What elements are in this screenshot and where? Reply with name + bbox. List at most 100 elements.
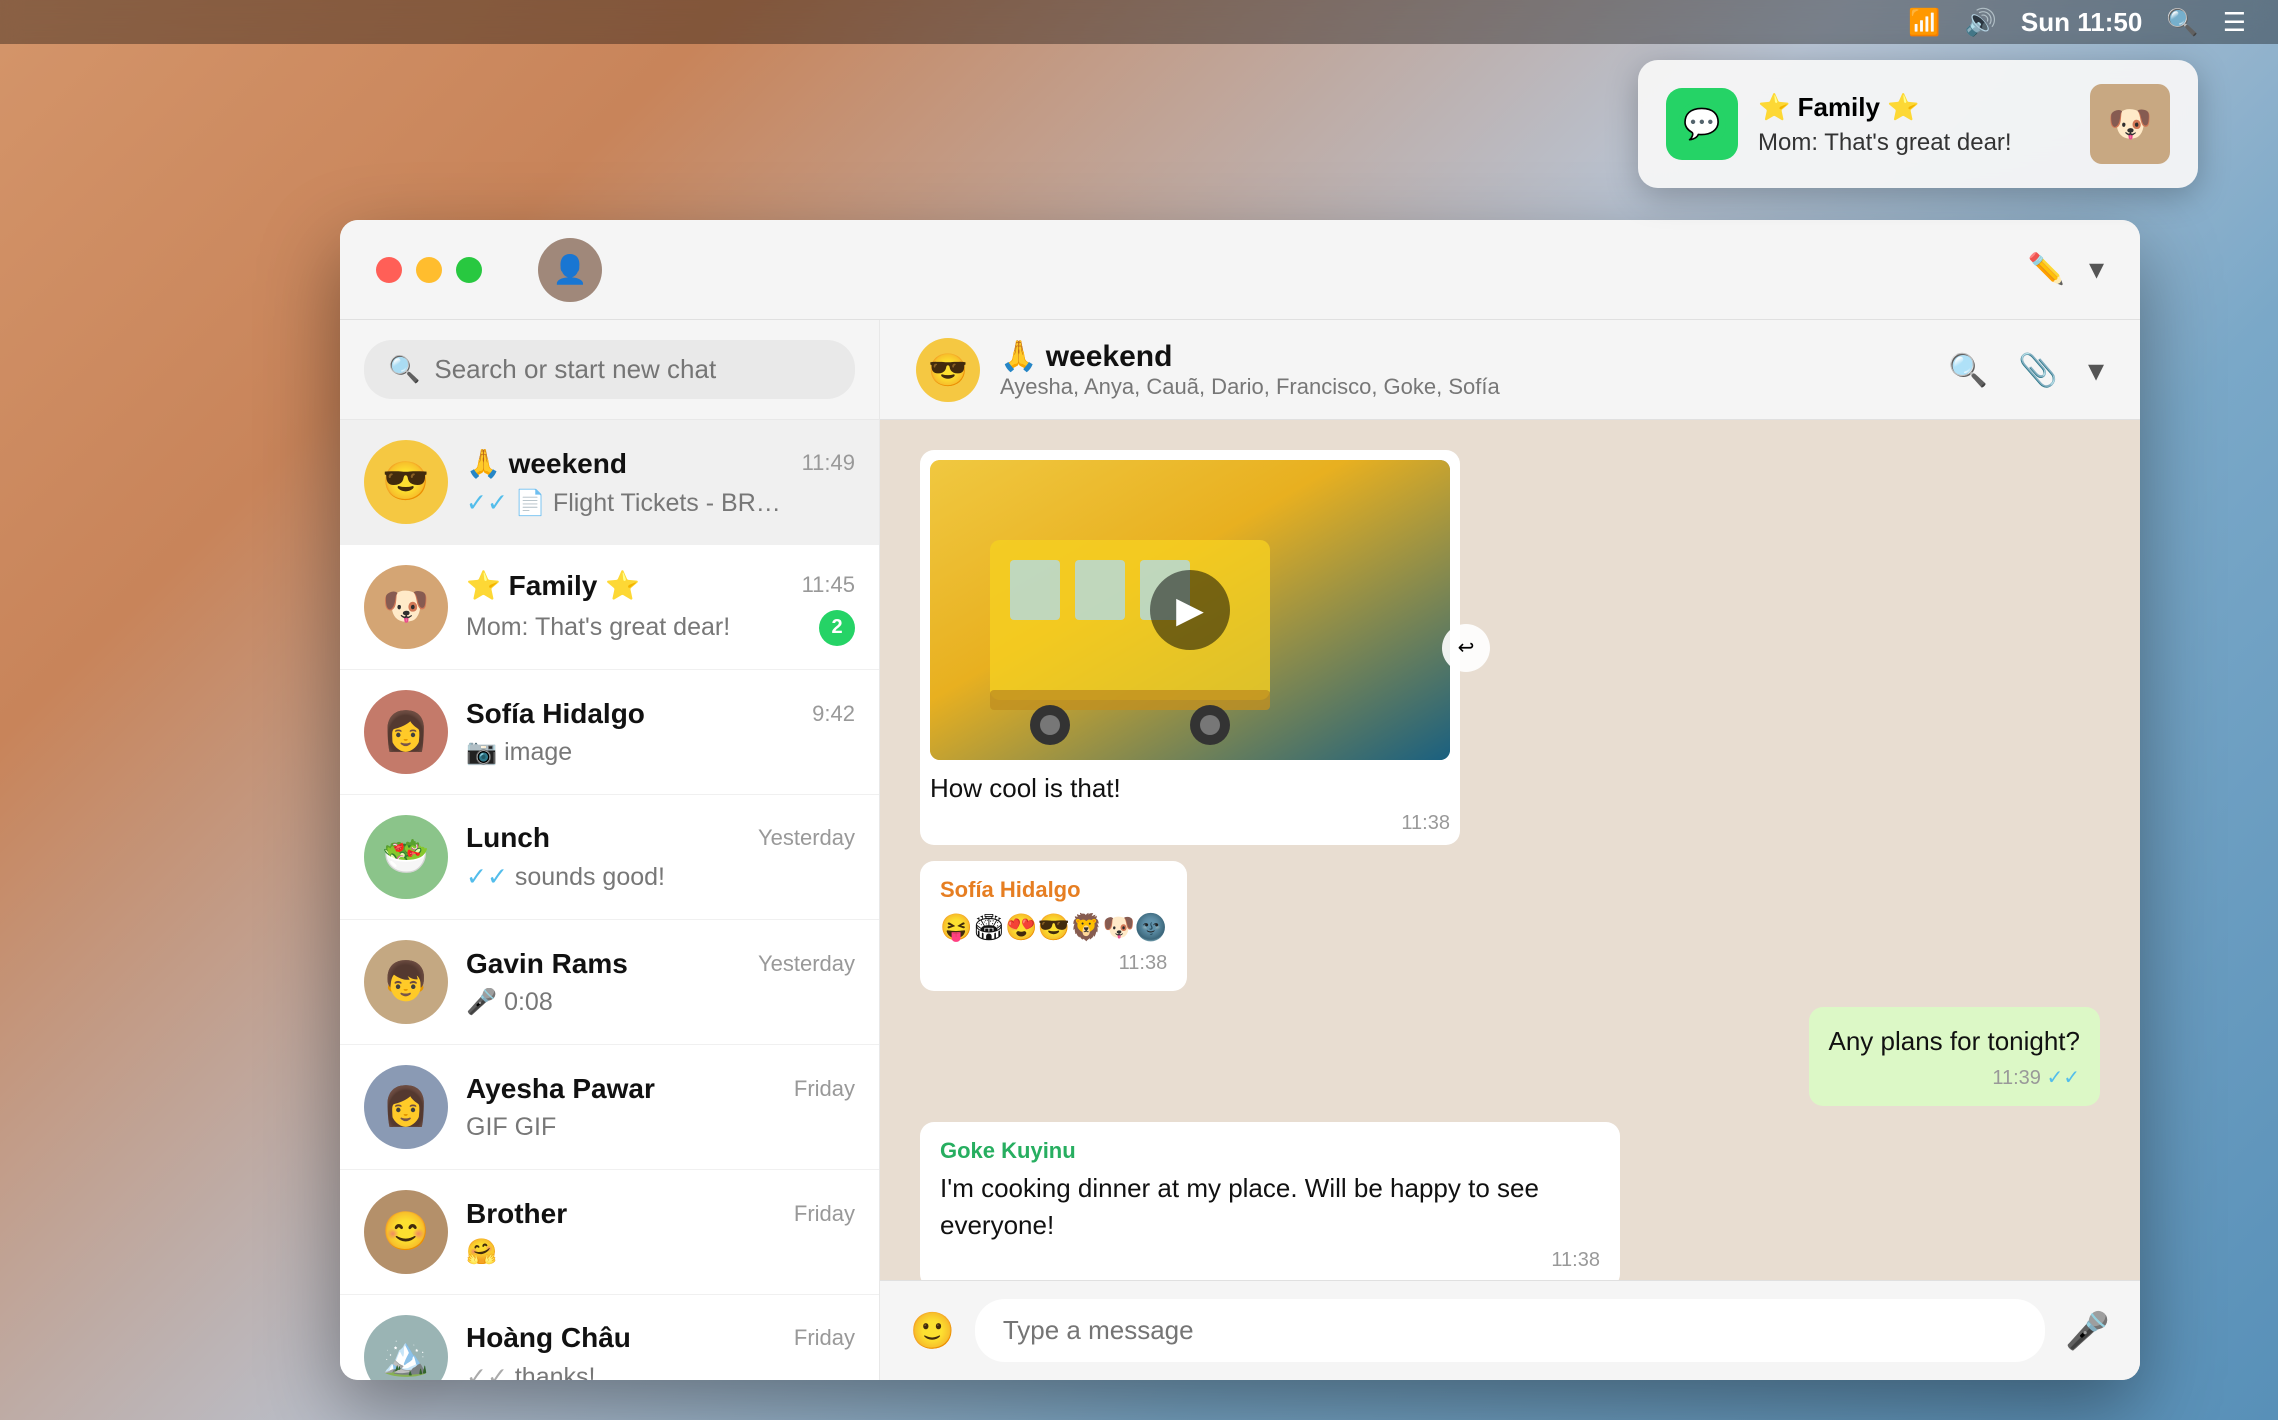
chat-time-brother: Friday xyxy=(794,1201,855,1227)
bubble-text-plans: Any plans for tonight? xyxy=(1829,1023,2081,1059)
chat-avatar-brother: 😊 xyxy=(364,1190,448,1274)
video-thumbnail[interactable]: ▶ xyxy=(930,460,1450,760)
chat-window: 😎 🙏 weekend Ayesha, Anya, Cauã, Dario, F… xyxy=(880,320,2140,1380)
attachment-icon[interactable]: 📎 xyxy=(2018,351,2058,389)
chat-avatar-lunch: 🥗 xyxy=(364,815,448,899)
chat-info-hoang: Hoàng Châu Friday ✓✓ thanks! xyxy=(466,1322,855,1380)
chat-time-gavin: Yesterday xyxy=(758,951,855,977)
chat-info-gavin: Gavin Rams Yesterday 🎤 0:08 xyxy=(466,948,855,1017)
notification-banner[interactable]: 💬 ⭐ Family ⭐ Mom: That's great dear! 🐶 xyxy=(1638,60,2198,188)
more-options-icon[interactable]: ▾ xyxy=(2088,351,2104,389)
chat-info-brother: Brother Friday 🤗 xyxy=(466,1198,855,1267)
chat-info-sofia: Sofía Hidalgo 9:42 📷 image xyxy=(466,698,855,767)
chat-preview-family: Mom: That's great dear! xyxy=(466,613,730,642)
search-input-wrap[interactable]: 🔍 xyxy=(364,340,855,399)
chat-avatar-gavin: 👦 xyxy=(364,940,448,1024)
chat-item-lunch[interactable]: 🥗 Lunch Yesterday ✓✓ sounds good! xyxy=(340,795,879,920)
bubble-time-goke: 11:38 xyxy=(940,1249,1600,1272)
bubble-sender-sofia: Sofía Hidalgo xyxy=(940,877,1167,903)
messages-area: ▶ ↩ How cool is that! 11:38 Sofía Hidalg… xyxy=(880,420,2140,1280)
chat-item-ayesha[interactable]: 👩 Ayesha Pawar Friday GIF GIF xyxy=(340,1045,879,1170)
bubble-sender-goke: Goke Kuyinu xyxy=(940,1138,1600,1164)
bubble-time-howcool: 11:38 xyxy=(930,812,1450,835)
chat-item-hoang[interactable]: 🏔️ Hoàng Châu Friday ✓✓ thanks! xyxy=(340,1295,879,1380)
chat-header-actions: 🔍 📎 ▾ xyxy=(1948,351,2104,389)
bubble-text-goke: I'm cooking dinner at my place. Will be … xyxy=(940,1170,1600,1243)
microphone-button[interactable]: 🎤 xyxy=(2065,1310,2110,1352)
bubble-text-howcool: How cool is that! xyxy=(930,770,1450,806)
traffic-lights xyxy=(376,257,482,283)
chat-header-bar: 😎 🙏 weekend Ayesha, Anya, Cauã, Dario, F… xyxy=(880,320,2140,420)
menubar-wifi-icon: 📶 xyxy=(1908,7,1940,38)
chat-preview-weekend: ✓✓ 📄 Flight Tickets - BR 145.pdf xyxy=(466,488,786,518)
bubble-time-plans: 11:39 ✓✓ xyxy=(1829,1065,2081,1090)
chat-list: 😎 🙏 weekend 11:49 ✓✓ 📄 Flight Tickets - … xyxy=(340,420,879,1380)
close-button[interactable] xyxy=(376,257,402,283)
menubar-volume-icon: 🔊 xyxy=(1965,7,1997,38)
message-input[interactable] xyxy=(975,1299,2045,1362)
share-button[interactable]: ↩ xyxy=(1442,624,1490,672)
notification-message: Mom: That's great dear! xyxy=(1758,129,2070,157)
minimize-button[interactable] xyxy=(416,257,442,283)
search-input[interactable] xyxy=(434,354,831,385)
chat-time-lunch: Yesterday xyxy=(758,825,855,851)
chat-avatar-hoang: 🏔️ xyxy=(364,1315,448,1380)
search-messages-icon[interactable]: 🔍 xyxy=(1948,351,1988,389)
search-icon: 🔍 xyxy=(388,354,420,385)
chat-preview-sofia: 📷 image xyxy=(466,738,572,767)
emoji-button[interactable]: 🙂 xyxy=(910,1310,955,1352)
bubble-text-sofia: 😝🏟😍😎🦁🐶🌚 xyxy=(940,909,1167,945)
chat-preview-brother: 🤗 xyxy=(466,1238,497,1267)
chat-item-gavin[interactable]: 👦 Gavin Rams Yesterday 🎤 0:08 xyxy=(340,920,879,1045)
chat-group-name: 🙏 weekend xyxy=(1000,339,1928,374)
msg-outgoing-plans: Any plans for tonight? 11:39 ✓✓ xyxy=(920,1007,2100,1106)
bubble-time-sofia: 11:38 xyxy=(940,952,1167,975)
chat-name-family: ⭐ Family ⭐ xyxy=(466,569,640,602)
chat-group-members: Ayesha, Anya, Cauã, Dario, Francisco, Go… xyxy=(1000,374,1928,400)
input-area: 🙂 🎤 xyxy=(880,1280,2140,1380)
search-bar: 🔍 xyxy=(340,320,879,420)
chat-time-ayesha: Friday xyxy=(794,1076,855,1102)
chat-name-sofia: Sofía Hidalgo xyxy=(466,698,645,730)
chat-name-weekend: 🙏 weekend xyxy=(466,447,627,480)
notification-content: ⭐ Family ⭐ Mom: That's great dear! xyxy=(1758,92,2070,157)
menubar-menu-icon[interactable]: ☰ xyxy=(2223,7,2246,38)
notification-app-icon: 💬 xyxy=(1666,88,1738,160)
chat-time-sofia: 9:42 xyxy=(812,701,855,727)
chat-preview-lunch: ✓✓ sounds good! xyxy=(466,862,665,892)
titlebar: 👤 ✏️ ▾ xyxy=(340,220,2140,320)
menubar-search-icon[interactable]: 🔍 xyxy=(2166,7,2198,38)
chat-name-brother: Brother xyxy=(466,1198,567,1230)
chat-item-sofia[interactable]: 👩 Sofía Hidalgo 9:42 📷 image xyxy=(340,670,879,795)
titlebar-user-avatar: 👤 xyxy=(538,238,602,302)
chat-avatar-weekend: 😎 xyxy=(364,440,448,524)
chat-info-weekend: 🙏 weekend 11:49 ✓✓ 📄 Flight Tickets - BR… xyxy=(466,447,855,518)
chat-badge-family: 2 xyxy=(819,610,855,646)
maximize-button[interactable] xyxy=(456,257,482,283)
chat-item-weekend[interactable]: 😎 🙏 weekend 11:49 ✓✓ 📄 Flight Tickets - … xyxy=(340,420,879,545)
bubble-outgoing-plans: Any plans for tonight? 11:39 ✓✓ xyxy=(1809,1007,2101,1106)
compose-icon[interactable]: ✏️ xyxy=(2028,252,2065,287)
msg-goke: Goke Kuyinu I'm cooking dinner at my pla… xyxy=(920,1122,2100,1280)
chat-item-family[interactable]: 🐶 ⭐ Family ⭐ 11:45 Mom: That's great dea… xyxy=(340,545,879,670)
chat-name-gavin: Gavin Rams xyxy=(466,948,628,980)
menubar: 📶 🔊 Sun 11:50 🔍 ☰ xyxy=(0,0,2278,44)
chat-group-avatar[interactable]: 😎 xyxy=(916,338,980,402)
dropdown-icon[interactable]: ▾ xyxy=(2089,252,2104,287)
notification-title: ⭐ Family ⭐ xyxy=(1758,92,2070,123)
main-content: 🔍 😎 🙏 weekend 11:49 xyxy=(340,320,2140,1380)
chat-avatar-family: 🐶 xyxy=(364,565,448,649)
chat-name-ayesha: Ayesha Pawar xyxy=(466,1073,655,1105)
notification-avatar: 🐶 xyxy=(2090,84,2170,164)
app-window: 👤 ✏️ ▾ 🔍 😎 🙏 xyxy=(340,220,2140,1380)
chat-item-brother[interactable]: 😊 Brother Friday 🤗 xyxy=(340,1170,879,1295)
bubble-sofia-emoji: Sofía Hidalgo 😝🏟😍😎🦁🐶🌚 11:38 xyxy=(920,861,1187,990)
svg-text:💬: 💬 xyxy=(1683,106,1720,141)
play-button[interactable]: ▶ xyxy=(1150,570,1230,650)
chat-preview-hoang: ✓✓ thanks! xyxy=(466,1362,595,1380)
chat-info-ayesha: Ayesha Pawar Friday GIF GIF xyxy=(466,1073,855,1142)
chat-group-info: 🙏 weekend Ayesha, Anya, Cauã, Dario, Fra… xyxy=(1000,339,1928,400)
chat-time-hoang: Friday xyxy=(794,1325,855,1351)
chat-avatar-sofia: 👩 xyxy=(364,690,448,774)
chat-preview-ayesha: GIF GIF xyxy=(466,1113,556,1142)
